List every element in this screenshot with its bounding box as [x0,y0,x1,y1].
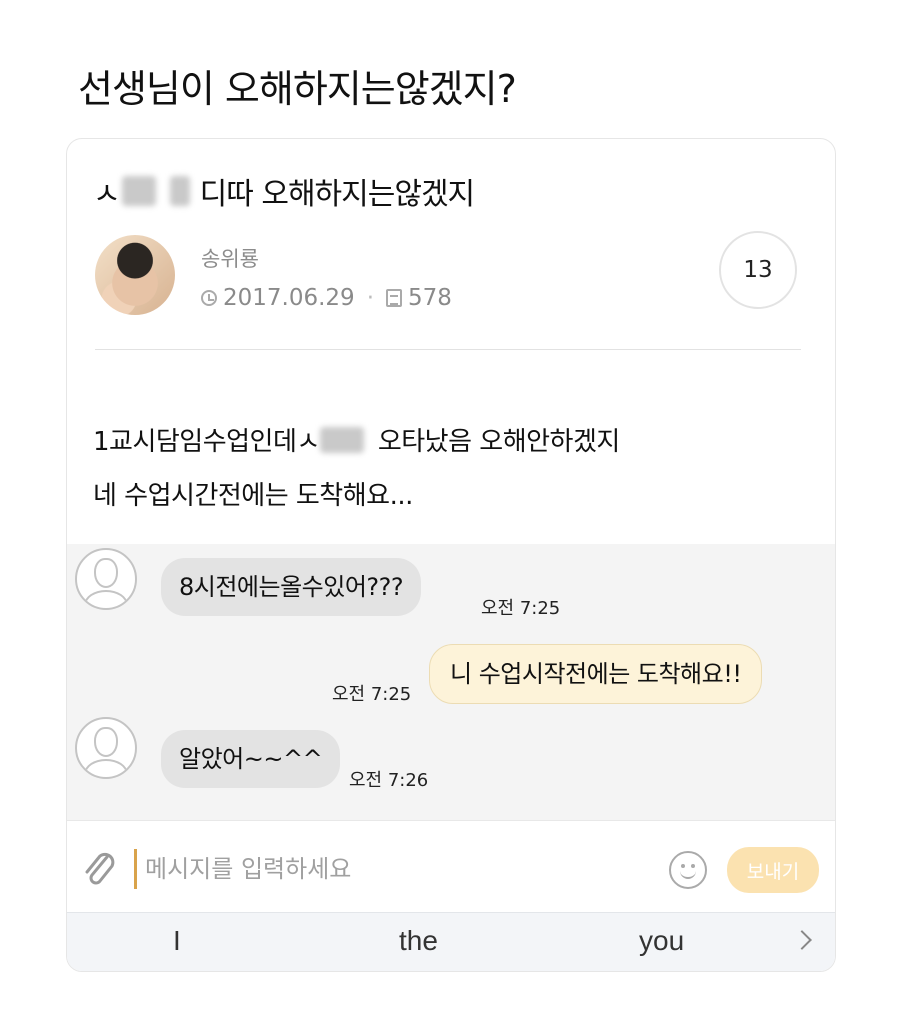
emoji-icon[interactable] [669,851,707,889]
text-cursor [134,849,137,889]
emoji-mouth [680,867,696,879]
post-body-line-2: 네 수업시간전에는 도착해요... [93,481,413,511]
chevron-right-icon[interactable] [792,930,812,950]
post-body-line-1: 1교시담임수업인데ㅅ 오타났음 오해안하겠지 [93,421,620,458]
views-icon [386,289,403,307]
body-text-prefix: 1교시담임수업인데ㅅ [93,427,320,457]
post-views: 578 [408,285,452,311]
post-title: ㅅ 디따 오해하지는않겠지 [93,169,476,213]
message-time: 오전 7:25 [481,598,561,619]
chat-bubble-outgoing: 니 수업시작전에는 도착해요!! [429,644,763,704]
author-name[interactable]: 송위룡 [201,243,259,273]
page-title: 선생님이 오해하지는않겠지? [78,67,517,111]
author-avatar[interactable] [95,235,175,315]
chat-screenshot: 8시전에는올수있어??? 오전 7:25 오전 7:25 니 수업시작전에는 도… [67,544,835,820]
blurred-text [169,176,190,206]
meta-separator: · [366,285,375,311]
paperclip-icon[interactable] [83,849,117,889]
post-title-suffix: 디따 오해하지는않겠지 [199,177,476,212]
suggestion-item[interactable]: you [639,925,684,957]
chat-bubble-incoming: 8시전에는올수있어??? [161,558,422,616]
message-time: 오전 7:26 [349,770,429,791]
message-input[interactable] [143,845,647,893]
suggestion-item[interactable]: I [173,925,181,957]
clock-icon [201,290,217,306]
post-date: 2017.06.29 [223,285,355,311]
suggestion-item[interactable]: the [399,925,438,957]
keyboard-suggestion-bar: I the you [67,912,835,971]
divider [95,349,801,350]
message-time: 오전 7:25 [332,684,412,705]
blurred-text [121,176,156,206]
profile-icon [75,548,137,610]
post-meta: 2017.06.29 · 578 [201,285,452,311]
profile-icon [75,717,137,779]
post-title-prefix: ㅅ [93,177,121,212]
body-text-suffix: 오타났음 오해안하겠지 [377,427,620,457]
post-card: ㅅ 디따 오해하지는않겠지 송위룡 2017.06.29 · 578 13 1교… [66,138,836,972]
blurred-text [319,426,364,453]
comment-count-button[interactable]: 13 [719,231,797,309]
send-button[interactable]: 보내기 [727,847,819,893]
chat-bubble-incoming: 알았어~~^^ [161,730,341,788]
message-composer: 보내기 [67,820,835,913]
